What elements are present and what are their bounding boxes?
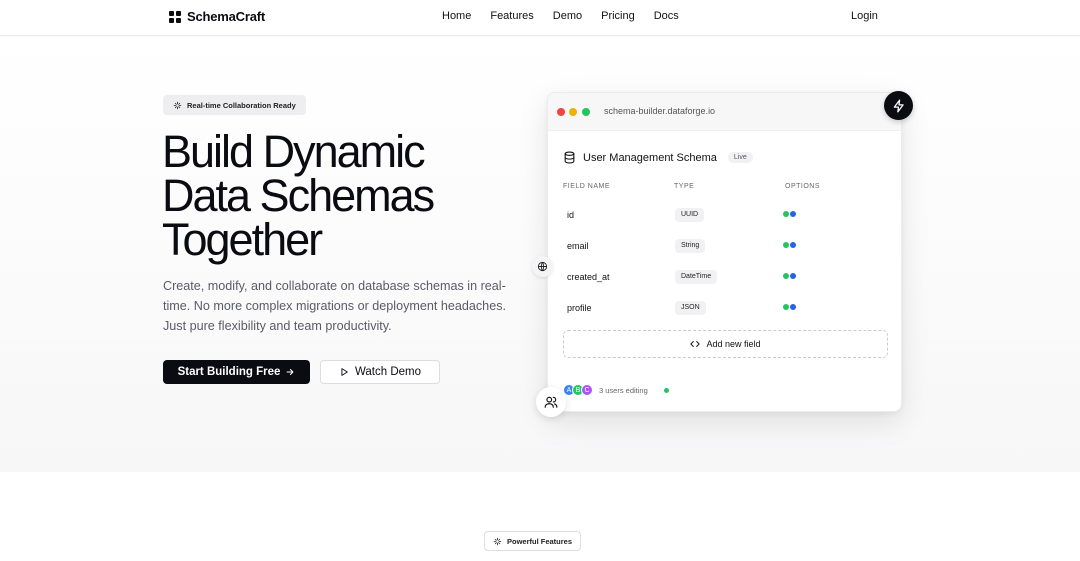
hero-description-line: Just pure flexibility and team productiv… [163, 319, 392, 333]
nav-demo[interactable]: Demo [553, 10, 582, 22]
schema-header: User Management Schema Live [563, 151, 753, 164]
watch-demo-label: Watch Demo [354, 366, 422, 378]
hero-title-line: Together [162, 214, 323, 265]
users-fab[interactable] [536, 387, 566, 417]
watch-demo-button[interactable]: Watch Demo [320, 360, 440, 384]
nav-home[interactable]: Home [442, 10, 471, 22]
schema-title: User Management Schema [583, 151, 717, 164]
play-icon [341, 368, 348, 376]
live-status-badge: Live [727, 152, 753, 163]
sparkles-icon [173, 101, 182, 109]
nav-pricing[interactable]: Pricing [601, 10, 635, 22]
hero-description-line: time. No more complex migrations or depl… [163, 299, 506, 313]
site-header: SchemaCraft Home Features Demo Pricing D… [0, 0, 1080, 36]
arrow-right-icon [287, 369, 294, 375]
column-header-type: TYPE [674, 183, 695, 190]
table-row[interactable]: email String [567, 237, 887, 257]
add-new-field-label: Add new field [706, 339, 761, 349]
add-new-field-button[interactable]: Add new field [563, 330, 888, 358]
features-badge-text: Powerful Features [506, 536, 573, 546]
field-options[interactable] [783, 242, 796, 248]
maximize-dot[interactable] [582, 108, 590, 116]
active-users: A B C 3 users editing [563, 384, 669, 396]
badge-text: Real-time Collaboration Ready [187, 100, 296, 110]
schema-builder-window: schema-builder.dataforge.io User Managem… [547, 92, 902, 412]
field-name: created_at [567, 272, 610, 282]
collaboration-badge: Real-time Collaboration Ready [163, 95, 306, 115]
column-header-field-name: FIELD NAME [563, 183, 611, 190]
brand-logo[interactable]: SchemaCraft [169, 9, 265, 24]
database-icon [564, 151, 575, 164]
start-building-button[interactable]: Start Building Free [163, 360, 310, 384]
hero-title-line: Build Dynamic [162, 126, 426, 177]
users-icon [544, 396, 558, 408]
field-name: id [567, 210, 575, 220]
start-building-label: Start Building Free [177, 366, 281, 378]
close-dot[interactable] [557, 108, 565, 116]
field-type-badge: String [675, 239, 706, 253]
hero-description-line: Create, modify, and collaborate on datab… [163, 279, 506, 293]
field-type-badge: JSON [675, 301, 706, 315]
main-nav: Home Features Demo Pricing Docs [442, 10, 679, 22]
globe-icon [537, 261, 548, 272]
sparkles-icon [493, 537, 502, 545]
field-type-badge: DateTime [675, 270, 718, 284]
code-icon [690, 341, 701, 347]
column-header-options: OPTIONS [785, 183, 821, 190]
field-options[interactable] [783, 211, 796, 217]
hero-title: Build Dynamic Data Schemas Together [162, 126, 435, 265]
users-editing-text: 3 users editing [599, 385, 648, 395]
hero-description: Create, modify, and collaborate on datab… [163, 276, 508, 336]
login-link[interactable]: Login [851, 10, 878, 22]
minimize-dot[interactable] [569, 108, 577, 116]
table-row[interactable]: created_at DateTime [567, 268, 887, 288]
table-row[interactable]: id UUID [567, 206, 887, 226]
bolt-icon [893, 99, 904, 112]
nav-docs[interactable]: Docs [654, 10, 679, 22]
field-options[interactable] [783, 273, 796, 279]
field-type-badge: UUID [675, 208, 705, 222]
field-name: profile [567, 303, 592, 313]
hero-title-line: Data Schemas [162, 170, 435, 221]
avatar: C [581, 384, 593, 396]
grid-logo-icon [169, 10, 181, 23]
powerful-features-badge: Powerful Features [484, 531, 581, 551]
window-title-bar: schema-builder.dataforge.io [548, 93, 901, 131]
field-name: email [567, 241, 589, 251]
window-url: schema-builder.dataforge.io [604, 106, 716, 116]
field-options[interactable] [783, 304, 796, 310]
nav-features[interactable]: Features [490, 10, 533, 22]
table-row[interactable]: profile JSON [567, 299, 887, 319]
brand-name: SchemaCraft [187, 9, 265, 24]
bolt-fab[interactable] [884, 91, 913, 120]
globe-fab[interactable] [532, 256, 553, 277]
online-status-dot [663, 387, 669, 393]
